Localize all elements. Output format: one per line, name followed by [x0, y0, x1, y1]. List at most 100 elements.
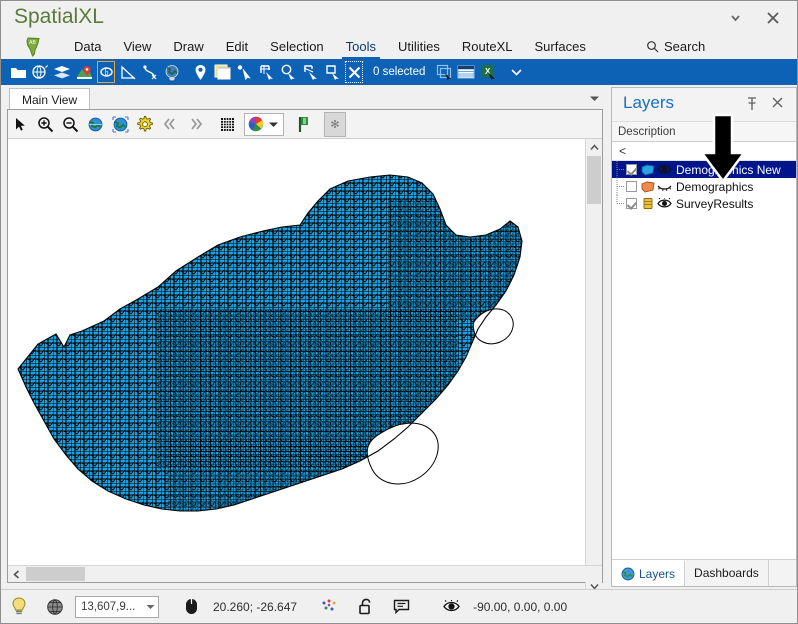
layer-row-surveyresults[interactable]: SurveyResults [612, 195, 796, 212]
menu-item-edit[interactable]: Edit [215, 34, 259, 59]
layer-visibility-eye-icon[interactable] [656, 195, 673, 212]
scroll-thumb-horizontal[interactable] [26, 567, 85, 581]
menu-label: Tools [345, 39, 377, 54]
bookmark-flag-button[interactable] [291, 111, 316, 138]
scale-combo[interactable]: 13,607,9... [75, 595, 159, 618]
menu-label: Surfaces [534, 39, 586, 54]
open-folder-button[interactable] [7, 59, 29, 85]
grid-button[interactable] [215, 111, 240, 138]
polygon-blue-icon [640, 161, 656, 178]
menu-item-view[interactable]: View [112, 34, 162, 59]
previous-extent-button[interactable] [158, 111, 183, 138]
globe-palette-button[interactable] [29, 59, 51, 85]
globe-stand-button[interactable] [161, 59, 183, 85]
layer-visibility-eye-icon[interactable] [656, 161, 673, 178]
select-lasso-button[interactable] [299, 59, 321, 85]
menu-label: Utilities [398, 39, 440, 54]
coordinate-readout: 20.260; -26.647 [213, 599, 298, 614]
attribute-table-button[interactable] [455, 59, 477, 85]
layers-stack-button[interactable] [51, 59, 73, 85]
location-pin-button[interactable] [189, 59, 211, 85]
menu-label: Edit [225, 39, 249, 54]
copy-selection-icon [436, 64, 452, 80]
scale-dropdown-chevron[interactable] [142, 604, 158, 610]
select-crop-button[interactable] [321, 59, 343, 85]
menu-item-draw[interactable]: Draw [162, 34, 214, 59]
polygon-orange-icon [640, 178, 656, 195]
layer-visibility-eye-closed-icon[interactable] [656, 178, 673, 195]
select-rect-button[interactable] [255, 59, 277, 85]
panel-pin-button[interactable] [746, 97, 758, 114]
tab-main-view[interactable]: Main View [9, 88, 91, 110]
map-vertical-scrollbar[interactable] [585, 139, 602, 594]
scroll-up-button[interactable] [586, 139, 602, 155]
window-minimize-button[interactable] [719, 1, 751, 34]
select-arrow-button[interactable] [233, 59, 255, 85]
menu-label: Selection [270, 39, 324, 54]
close-icon [772, 97, 783, 108]
window-note-button[interactable] [211, 59, 233, 85]
clear-selection-button[interactable] [343, 59, 365, 85]
snap-icon [322, 599, 336, 611]
view-settings-button[interactable] [133, 111, 158, 138]
panel-close-button[interactable] [771, 96, 784, 112]
layers-stack-icon [54, 66, 70, 79]
menu-item-selection[interactable]: Selection [259, 34, 334, 59]
map-pin-image-button[interactable] [73, 59, 95, 85]
select-circle-button[interactable] [277, 59, 299, 85]
theme-palette-dropdown[interactable] [244, 112, 284, 136]
tab-dashboards[interactable]: Dashboards [685, 560, 769, 586]
letter-b-boxed-button[interactable]: b [95, 59, 117, 85]
eye-icon [442, 600, 460, 612]
map-horizontal-scrollbar[interactable] [8, 565, 602, 582]
svg-text:b: b [104, 68, 108, 77]
globe-wire-button[interactable] [37, 590, 73, 624]
tabstrip-overflow-button[interactable] [589, 91, 600, 105]
menu-item-tools[interactable]: Tools [335, 34, 387, 59]
zoom-out-button[interactable] [58, 111, 83, 138]
zoom-selection-button[interactable] [108, 111, 133, 138]
menu-item-surfaces[interactable]: Surfaces [524, 34, 597, 59]
menu-item-data[interactable]: Data [63, 34, 112, 59]
next-extent-button[interactable] [183, 111, 208, 138]
zoom-extent-button[interactable] [83, 111, 108, 138]
globe-wire-icon [47, 598, 63, 615]
app-icon[interactable]: AB [23, 36, 45, 58]
menu-item-routexl[interactable]: RouteXL [451, 34, 524, 59]
favourite-star-button[interactable]: ✻ [324, 111, 346, 137]
mouse-position-indicator [173, 590, 209, 624]
layers-panel-title: Layers [623, 93, 675, 112]
pointer-tool-button[interactable] [8, 111, 33, 138]
copy-selection-button[interactable] [433, 59, 455, 85]
layer-checkbox[interactable] [626, 198, 637, 209]
chevron-left-icon [12, 569, 19, 579]
search-box[interactable]: Search [646, 34, 705, 59]
zoom-extent-globe-icon [88, 117, 103, 131]
window-close-button[interactable] [757, 1, 789, 34]
previous-extent-icon [163, 118, 175, 130]
edit-node-button[interactable] [139, 59, 161, 85]
ribbon-overflow-button[interactable] [505, 59, 527, 85]
layer-checkbox[interactable] [626, 181, 637, 192]
lock-open-icon [359, 598, 371, 615]
scroll-thumb-vertical[interactable] [587, 156, 601, 204]
menu-item-utilities[interactable]: Utilities [387, 34, 451, 59]
export-excel-button[interactable]: X [477, 59, 499, 85]
lock-button[interactable] [347, 590, 383, 624]
map-canvas[interactable]: y x z 300km [8, 139, 586, 565]
tab-layers[interactable]: Layers [612, 560, 686, 586]
export-excel-icon: X [480, 65, 495, 80]
message-button[interactable] [383, 590, 419, 624]
menu-label: View [123, 39, 152, 54]
measure-angle-button[interactable] [117, 59, 139, 85]
pin-icon [748, 97, 756, 110]
zoom-in-button[interactable] [33, 111, 58, 138]
lightbulb-button[interactable] [1, 590, 37, 624]
column-header-description: Description [618, 125, 676, 138]
pointer-arrow-icon [16, 117, 25, 131]
snap-button[interactable] [311, 590, 347, 624]
scroll-left-button[interactable] [8, 566, 24, 582]
layer-checkbox[interactable] [626, 164, 637, 175]
theme-dropdown-chevron[interactable] [268, 121, 279, 128]
select-crop-icon [325, 65, 339, 80]
